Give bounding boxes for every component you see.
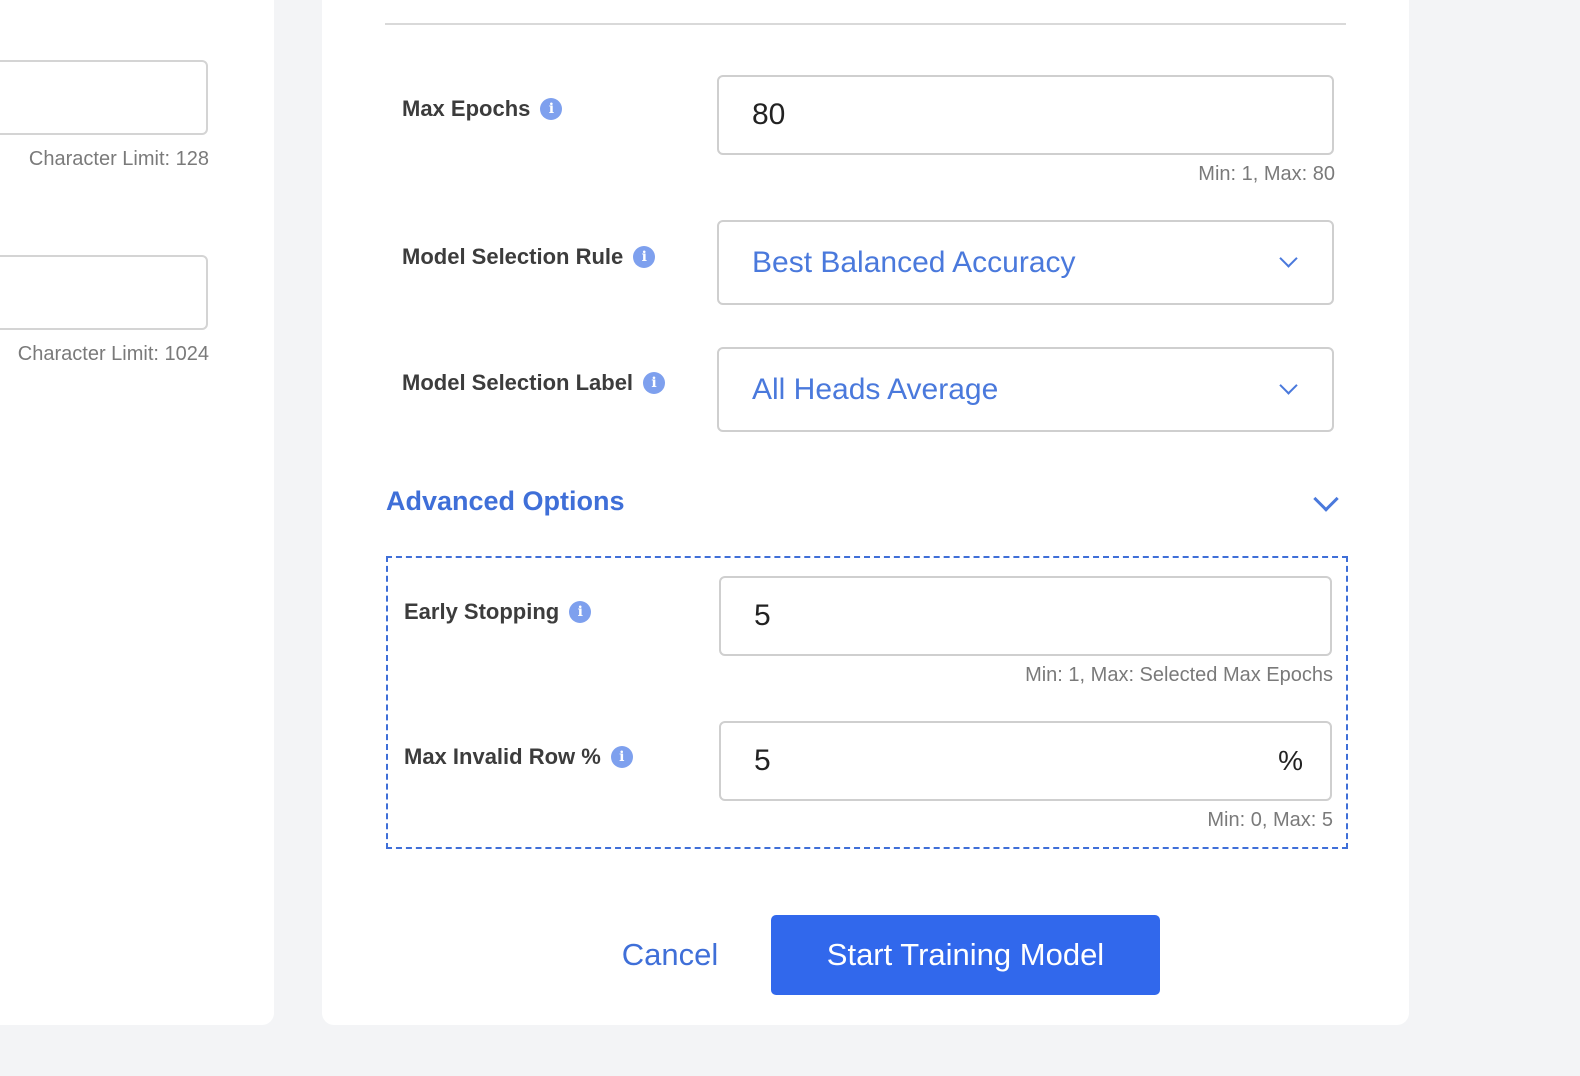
name-char-limit-hint: Character Limit: 128: [28, 148, 209, 170]
chevron-down-icon: [1279, 249, 1298, 268]
max-invalid-row-input[interactable]: 5 %: [719, 721, 1332, 801]
info-icon[interactable]: i: [633, 246, 656, 268]
model-selection-label-select[interactable]: All Heads Average: [717, 347, 1334, 432]
max-epochs-hint: Min: 1, Max: 80: [1198, 163, 1335, 185]
description-char-limit-hint: Character Limit: 1024: [17, 343, 209, 365]
chevron-down-icon: [1279, 376, 1298, 395]
advanced-options-toggle[interactable]: Advanced Options: [386, 486, 625, 517]
max-epochs-label: Max Epochs i: [402, 96, 563, 122]
left-panel: Character Limit: 128 Character Limit: 10…: [0, 0, 274, 1025]
name-input[interactable]: [0, 60, 208, 135]
cancel-button[interactable]: Cancel: [610, 915, 730, 995]
info-icon[interactable]: i: [643, 372, 666, 394]
info-icon[interactable]: i: [540, 98, 563, 120]
early-stopping-hint: Min: 1, Max: Selected Max Epochs: [1025, 664, 1333, 686]
info-icon[interactable]: i: [569, 601, 592, 623]
early-stopping-label: Early Stopping i: [404, 599, 592, 625]
max-epochs-input[interactable]: 80: [717, 75, 1334, 155]
model-selection-rule-select[interactable]: Best Balanced Accuracy: [717, 220, 1334, 305]
section-divider: [385, 23, 1346, 25]
max-invalid-row-hint: Min: 0, Max: 5: [1207, 809, 1333, 831]
model-selection-label-label: Model Selection Label i: [402, 370, 666, 396]
start-training-button[interactable]: Start Training Model: [771, 915, 1160, 995]
description-input[interactable]: [0, 255, 208, 330]
percent-suffix: %: [1278, 745, 1303, 776]
early-stopping-input[interactable]: 5: [719, 576, 1332, 656]
info-icon[interactable]: i: [610, 746, 633, 768]
max-invalid-row-label: Max Invalid Row % i: [404, 744, 633, 770]
model-selection-rule-label: Model Selection Rule i: [402, 244, 656, 270]
